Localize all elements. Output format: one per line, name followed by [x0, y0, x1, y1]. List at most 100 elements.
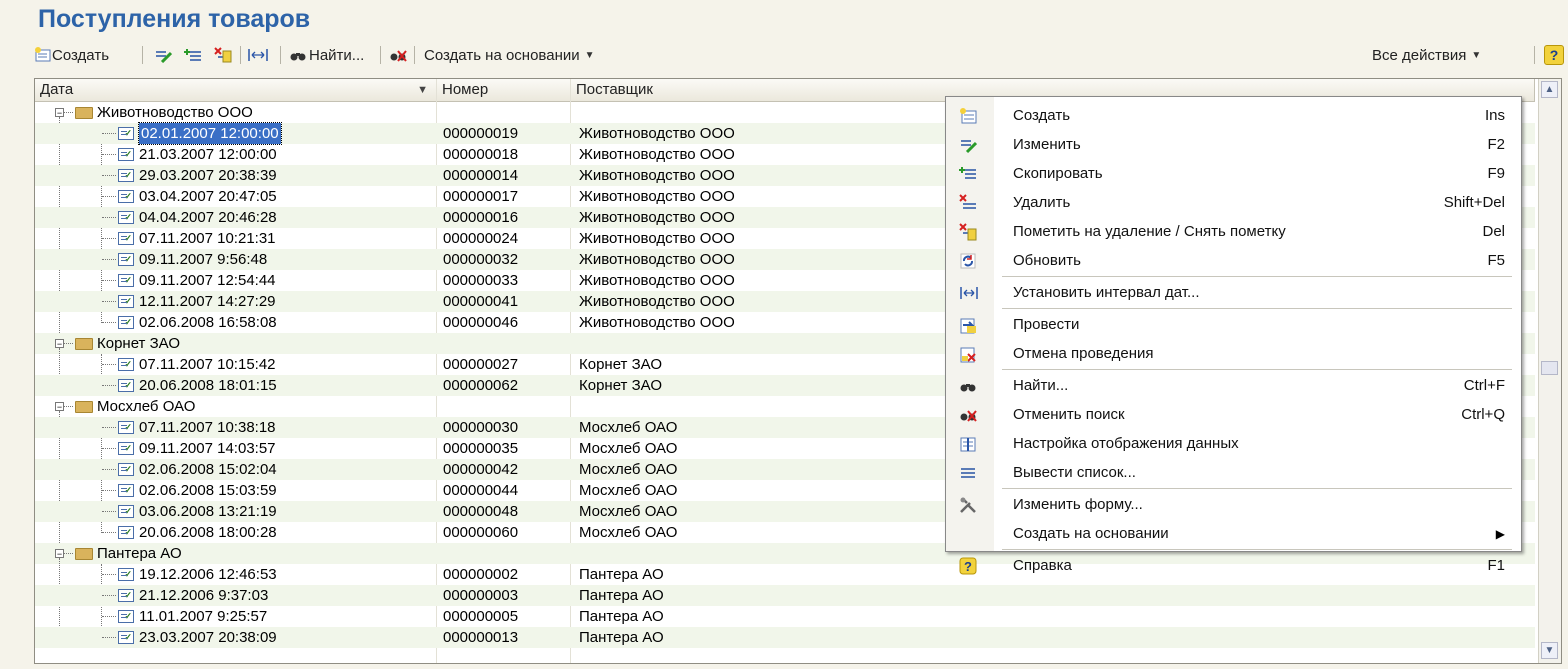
cancel-search-button[interactable]: [389, 42, 407, 68]
menu-item[interactable]: Установить интервал дат...: [946, 278, 1521, 308]
supplier-cell: Мосхлеб ОАО: [579, 524, 678, 541]
posted-document-icon: ✓: [118, 484, 134, 497]
menu-item-label: Отменить поиск: [1013, 406, 1125, 423]
menu-separator: [1002, 369, 1512, 370]
menu-item-shortcut: Ctrl+F: [1463, 377, 1505, 394]
supplier-cell: Пантера АО: [579, 608, 664, 625]
posted-document-icon: ✓: [118, 316, 134, 329]
tree-connector: [102, 511, 116, 512]
create-label: Создать: [52, 46, 110, 64]
mark-delete-icon: [959, 223, 977, 241]
edit-button[interactable]: [154, 42, 172, 68]
vertical-scrollbar[interactable]: ▲ ▼: [1538, 79, 1561, 663]
mark-delete-button[interactable]: [214, 42, 232, 68]
context-menu: Создать Ins Изменить F2 Скопировать F9 Удалить…: [945, 96, 1522, 575]
date-cell: 09.11.2007 9:56:48: [139, 251, 268, 268]
column-header-number[interactable]: Номер: [437, 79, 571, 101]
edit-icon: [959, 136, 978, 154]
refresh-icon: [959, 252, 977, 270]
folder-icon: [75, 107, 93, 119]
date-cell: 04.04.2007 20:46:28: [139, 209, 277, 226]
posted-check-icon: ✓: [124, 212, 132, 222]
copy-button[interactable]: [184, 42, 202, 68]
tree-connector: [102, 427, 116, 428]
tree-connector: [102, 259, 116, 260]
sort-down-icon: ▼: [417, 84, 428, 96]
folder-icon: [75, 548, 93, 560]
menu-item[interactable]: Удалить Shift+Del: [946, 188, 1521, 218]
menu-item[interactable]: Найти... Ctrl+F: [946, 371, 1521, 401]
find-button[interactable]: Найти...: [289, 42, 364, 68]
posted-document-icon: ✓: [118, 127, 134, 140]
supplier-cell: Животноводство ООО: [579, 293, 735, 310]
menu-item[interactable]: Скопировать F9: [946, 159, 1521, 189]
date-cell: 11.01.2007 9:25:57: [139, 608, 268, 625]
tree-connector: [102, 217, 116, 218]
number-cell: 000000019: [443, 125, 519, 142]
tree-connector: [64, 343, 73, 344]
delete-icon: [959, 194, 977, 212]
supplier-cell: Животноводство ООО: [579, 314, 735, 331]
date-interval-button[interactable]: [247, 42, 269, 68]
collapse-icon[interactable]: −: [55, 339, 64, 349]
scroll-up-button[interactable]: ▲: [1541, 81, 1558, 98]
collapse-icon[interactable]: −: [55, 402, 64, 412]
tree-connector: [102, 574, 116, 575]
collapse-icon[interactable]: −: [55, 549, 64, 559]
date-cell: 09.11.2007 14:03:57: [139, 440, 276, 457]
menu-item[interactable]: Создать на основании ▶: [946, 519, 1521, 549]
table-row[interactable]: ✓ 23.03.2007 20:38:09 000000013 Пантера АО: [35, 627, 1535, 648]
supplier-cell: Мосхлеб ОАО: [579, 419, 678, 436]
menu-item[interactable]: Изменить F2: [946, 130, 1521, 160]
posted-document-icon: ✓: [118, 169, 134, 182]
create-button[interactable]: Создать: [34, 42, 109, 68]
supplier-cell: Животноводство ООО: [579, 230, 735, 247]
display-settings-icon: [959, 435, 977, 453]
tree-connector: [102, 175, 116, 176]
date-cell: 07.11.2007 10:15:42: [139, 356, 276, 373]
toolbar-separator: [240, 46, 241, 64]
menu-item-shortcut: F2: [1487, 136, 1505, 153]
menu-item[interactable]: ? Справка F1: [946, 551, 1521, 581]
number-cell: 000000062: [443, 377, 519, 394]
supplier-cell: Животноводство ООО: [579, 251, 735, 268]
column-header-date[interactable]: Дата ▼: [35, 79, 437, 101]
table-row[interactable]: ✓ 21.12.2006 9:37:03 000000003 Пантера АО: [35, 585, 1535, 606]
menu-item-label: Провести: [1013, 316, 1080, 333]
scroll-thumb[interactable]: [1541, 361, 1558, 375]
menu-item[interactable]: Настройка отображения данных: [946, 429, 1521, 459]
menu-item[interactable]: Пометить на удаление / Снять пометку Del: [946, 217, 1521, 247]
menu-item[interactable]: Создать Ins: [946, 101, 1521, 131]
menu-item[interactable]: Вывести список...: [946, 458, 1521, 488]
number-cell: 000000013: [443, 629, 519, 646]
number-cell: 000000048: [443, 503, 519, 520]
table-row[interactable]: ✓ 11.01.2007 9:25:57 000000005 Пантера АО: [35, 606, 1535, 627]
menu-item[interactable]: Изменить форму...: [946, 490, 1521, 520]
number-cell: 000000005: [443, 608, 519, 625]
menu-item-label: Отмена проведения: [1013, 345, 1154, 362]
tree-connector: [102, 301, 116, 302]
menu-item-shortcut: Del: [1482, 223, 1505, 240]
create-based-on-button[interactable]: Создать на основании ▼: [424, 42, 595, 68]
supplier-cell: Животноводство ООО: [579, 188, 735, 205]
posted-check-icon: ✓: [124, 569, 132, 579]
scroll-down-button[interactable]: ▼: [1541, 642, 1558, 659]
menu-item-label: Установить интервал дат...: [1013, 284, 1200, 301]
column-header-label: Поставщик: [576, 81, 653, 98]
menu-item[interactable]: Обновить F5: [946, 246, 1521, 276]
menu-item[interactable]: Отмена проведения: [946, 339, 1521, 369]
number-cell: 000000033: [443, 272, 519, 289]
menu-item[interactable]: Провести: [946, 310, 1521, 340]
all-actions-button[interactable]: Все действия ▼: [1372, 42, 1481, 68]
menu-item-shortcut: F5: [1487, 252, 1505, 269]
date-cell: 07.11.2007 10:38:18: [139, 419, 276, 436]
supplier-cell: Мосхлеб ОАО: [579, 503, 678, 520]
edit-icon: [154, 47, 172, 63]
date-cell: 02.06.2008 16:58:08: [139, 314, 277, 331]
date-cell: 12.11.2007 14:27:29: [139, 293, 276, 310]
posted-check-icon: ✓: [124, 464, 132, 474]
help-button[interactable]: ?: [1544, 42, 1564, 68]
collapse-icon[interactable]: −: [55, 108, 64, 118]
submenu-arrow-icon: ▶: [1495, 527, 1505, 541]
menu-item[interactable]: Отменить поиск Ctrl+Q: [946, 400, 1521, 430]
